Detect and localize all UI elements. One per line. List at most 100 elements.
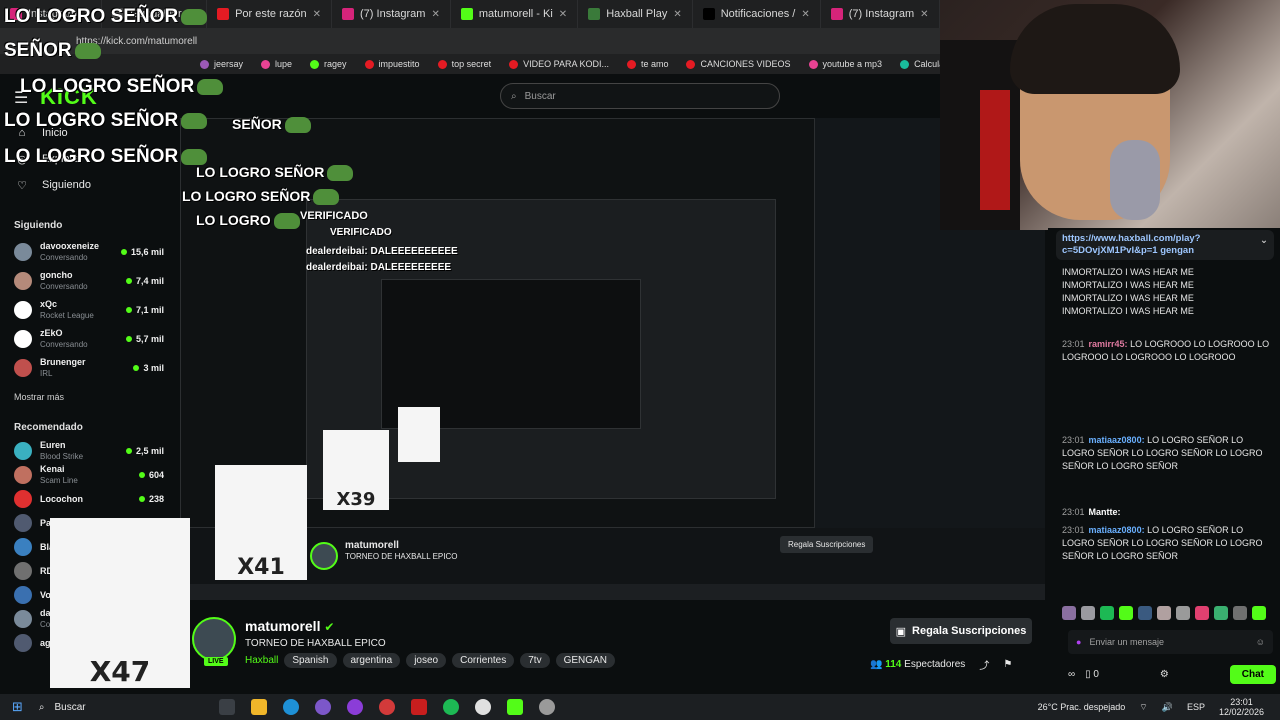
kick-app-icon[interactable] xyxy=(506,699,523,715)
emote-icon[interactable] xyxy=(1157,606,1171,620)
infinity-icon[interactable]: ∞ xyxy=(1068,669,1075,680)
channel-viewers: 2,5 mil xyxy=(125,446,164,456)
message-username[interactable]: matiaaz0800: xyxy=(1089,525,1145,535)
close-icon[interactable]: ✕ xyxy=(559,9,567,20)
gear-icon[interactable]: ⚙ xyxy=(1160,669,1169,680)
sidebar-channel[interactable]: xQc Rocket League 7,1 mil xyxy=(0,295,178,324)
bookmark-item[interactable]: jeersay xyxy=(200,59,243,69)
obs-icon[interactable] xyxy=(538,699,555,715)
message-username[interactable]: ramirr45: xyxy=(1089,339,1128,349)
avatar xyxy=(14,490,32,508)
emote-icon[interactable] xyxy=(1081,606,1095,620)
browser-tab[interactable]: (7) Instagram ✕ xyxy=(332,0,451,28)
emote-icon[interactable] xyxy=(1062,606,1076,620)
taskbar-search[interactable]: ⌕ Buscar xyxy=(31,702,211,713)
dealer-text: dealerdeibai: DALEEEEEEEEE xyxy=(306,262,452,273)
sidebar-channel[interactable]: Kenai Scam Line 604 xyxy=(0,463,178,487)
pinned-message[interactable]: https://www.haxball.com/play?c=5DOvjXM1P… xyxy=(1056,230,1274,260)
emote-icon[interactable] xyxy=(1195,606,1209,620)
browser-tab[interactable]: (7) Instagram ✕ xyxy=(821,0,940,28)
browser-tab[interactable]: matumorell - Ki ✕ xyxy=(451,0,579,28)
share-icon[interactable]: ⤴ xyxy=(979,657,989,672)
bookmark-item[interactable]: ragey xyxy=(310,59,347,69)
nested-taskbar xyxy=(180,584,1045,600)
close-icon[interactable]: ✕ xyxy=(673,9,681,20)
mic-icon: ● xyxy=(1076,637,1082,647)
sidebar-channel[interactable]: Euren Blood Strike 2,5 mil xyxy=(0,439,178,463)
stream-tag[interactable]: Corrientes xyxy=(452,653,515,668)
close-icon[interactable]: ✕ xyxy=(801,9,809,20)
emote-icon[interactable] xyxy=(1214,606,1228,620)
channel-viewers: 3 mil xyxy=(133,363,164,373)
channel-name: xQc xyxy=(40,298,58,309)
language-text[interactable]: ESP xyxy=(1187,702,1205,712)
chat-send-button[interactable]: Chat xyxy=(1229,664,1276,684)
channel-avatar[interactable] xyxy=(192,617,236,661)
message-text: INMORTALIZO I WAS HEAR ME xyxy=(1062,267,1194,277)
bookmark-item[interactable]: youtube a mp3 xyxy=(808,59,882,69)
category-link[interactable]: Haxball xyxy=(245,655,278,666)
points-icon[interactable]: ▯ 0 xyxy=(1085,669,1099,680)
stream-tag[interactable]: argentina xyxy=(342,653,401,668)
browser-tab[interactable]: Por este razón ✕ xyxy=(207,0,333,28)
bookmark-item[interactable]: CANCIONES VIDEOS xyxy=(686,59,791,69)
channel-name: davooxeneize xyxy=(40,240,100,251)
spotify-icon[interactable] xyxy=(442,699,459,715)
channel-category: Conversando xyxy=(40,281,88,291)
emote-icon[interactable] xyxy=(1119,606,1133,620)
browser-tab[interactable]: Notificaciones / ✕ xyxy=(693,0,821,28)
emote-icon[interactable] xyxy=(1176,606,1190,620)
volume-icon[interactable]: 🔊 xyxy=(1162,702,1173,713)
app-icon[interactable] xyxy=(378,699,395,715)
chrome-icon[interactable] xyxy=(314,699,331,715)
taskview-icon[interactable] xyxy=(218,699,235,715)
stream-tag[interactable]: GENGAN xyxy=(555,653,615,668)
channel-name[interactable]: matumorell ✔ xyxy=(245,618,334,634)
sidebar-channel[interactable]: Brunenger IRL 3 mil xyxy=(0,353,178,382)
bookmark-item[interactable]: te amo xyxy=(626,59,668,69)
stream-tag[interactable]: joseo xyxy=(406,653,447,668)
channel-viewers: 7,4 mil xyxy=(125,276,164,286)
windows-icon[interactable]: ⊞ xyxy=(12,699,23,715)
show-more-link[interactable]: Mostrar más xyxy=(0,388,178,410)
browser-tab[interactable]: Haxball Play ✕ xyxy=(578,0,693,28)
stream-tag[interactable]: 7tv xyxy=(520,653,550,668)
bookmark-item[interactable]: impuestito xyxy=(364,59,420,69)
emote-icon[interactable] xyxy=(1252,606,1266,620)
sidebar-channel[interactable]: zEkO Conversando 5,7 mil xyxy=(0,324,178,353)
message-username[interactable]: Mantte: xyxy=(1089,507,1121,517)
gift-subs-button[interactable]: ▣ Regala Suscripciones xyxy=(890,618,1032,644)
sidebar-nav-siguiendo[interactable]: ♡ Siguiendo xyxy=(0,172,178,198)
app-icon[interactable] xyxy=(410,699,427,715)
emote-icon[interactable] xyxy=(1100,606,1114,620)
chevron-down-icon[interactable]: ⌄ xyxy=(1260,235,1268,247)
pinned-link[interactable]: https://www.haxball.com/play?c=5DOvjXM1P… xyxy=(1062,233,1200,256)
bookmark-item[interactable]: top secret xyxy=(437,59,491,69)
close-icon[interactable]: ✕ xyxy=(920,9,928,20)
bookmark-item[interactable]: VIDEO PARA KODI... xyxy=(509,59,609,69)
follow-icon[interactable]: ⚑ xyxy=(1003,659,1012,670)
canva-icon[interactable] xyxy=(346,699,363,715)
close-icon[interactable]: ✕ xyxy=(431,9,439,20)
close-icon[interactable]: ✕ xyxy=(313,9,321,20)
address-bar[interactable]: ← https://kick.com/matumorell xyxy=(0,28,940,54)
clock[interactable]: 23:01 12/02/2026 xyxy=(1219,697,1264,717)
meme-sticker-small: X39 xyxy=(323,430,389,510)
bookmark-item[interactable]: lupe xyxy=(261,59,292,69)
edge-icon[interactable] xyxy=(282,699,299,715)
emote-icon[interactable] xyxy=(1138,606,1152,620)
sidebar-channel[interactable]: davooxeneize Conversando 15,6 mil xyxy=(0,237,178,266)
emote-icon[interactable] xyxy=(1233,606,1247,620)
weather-text[interactable]: 26°C Prac. despejado xyxy=(1038,702,1126,712)
chat-input[interactable]: ● Enviar un mensaje ☺ xyxy=(1068,630,1273,654)
stream-tag[interactable]: Spanish xyxy=(284,653,337,668)
emote-icon[interactable]: ☺ xyxy=(1256,637,1265,647)
search-input[interactable]: ⌕ Buscar xyxy=(500,83,780,109)
folder-icon[interactable] xyxy=(250,699,267,715)
player-icon[interactable] xyxy=(474,699,491,715)
pepe-emote-icon xyxy=(313,189,340,206)
message-username[interactable]: matiaaz0800: xyxy=(1089,435,1145,445)
sidebar-channel[interactable]: goncho Conversando 7,4 mil xyxy=(0,266,178,295)
wifi-icon[interactable]: ⌔ xyxy=(1139,702,1147,713)
sidebar-channel[interactable]: Locochon 238 xyxy=(0,487,178,511)
